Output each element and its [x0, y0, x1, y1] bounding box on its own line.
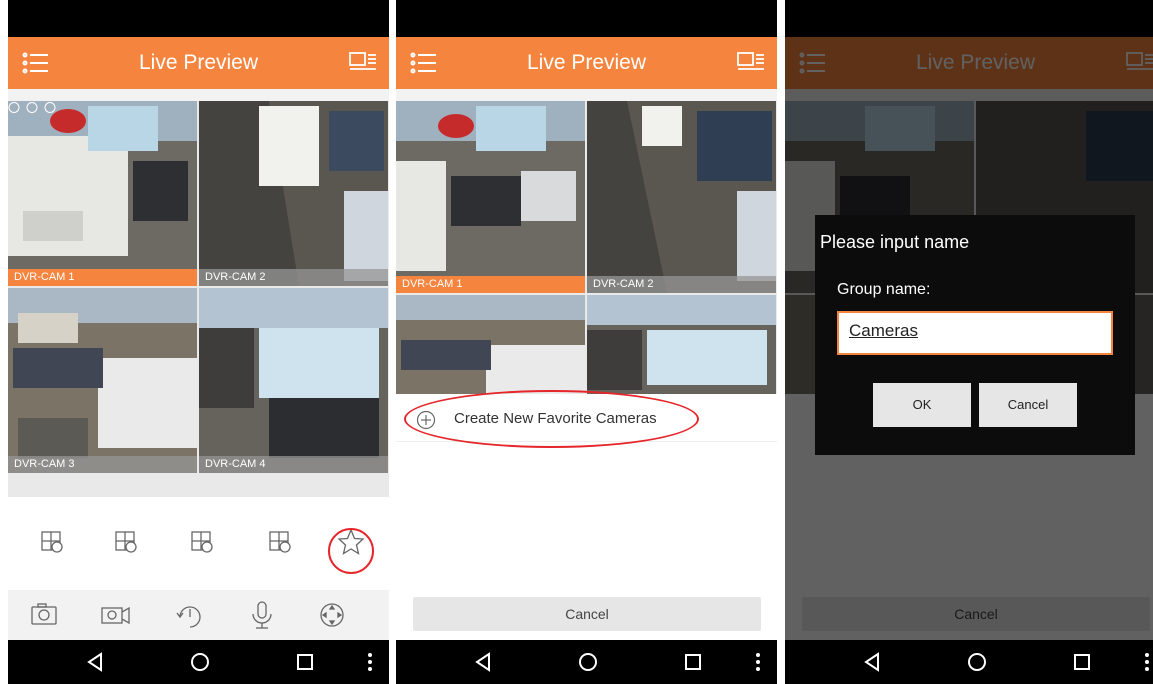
- status-bar: [8, 0, 389, 37]
- camera-feed-image: [396, 101, 585, 293]
- back-icon[interactable]: [471, 650, 495, 674]
- action-toolbar: [8, 590, 389, 640]
- more-options-icon[interactable]: [1135, 650, 1153, 674]
- back-icon[interactable]: [83, 650, 107, 674]
- home-icon[interactable]: [965, 650, 989, 674]
- camera-tile[interactable]: DVR-CAM 2: [199, 101, 388, 286]
- camera-tile[interactable]: DVR-CAM 2: [587, 101, 776, 293]
- recents-icon[interactable]: [293, 650, 317, 674]
- camera-tile[interactable]: DVR-CAM 1: [8, 101, 197, 286]
- recents-icon[interactable]: [1070, 650, 1094, 674]
- split-16-icon[interactable]: [180, 520, 224, 564]
- cancel-button[interactable]: Cancel: [413, 597, 761, 631]
- camera-tile[interactable]: [396, 295, 585, 394]
- camera-snapshot-icon[interactable]: [22, 593, 66, 637]
- status-bar: [785, 0, 1153, 37]
- home-icon[interactable]: [576, 650, 600, 674]
- camera-grid: DVR-CAM 1 DVR-CAM 2 DVR-CAM 3 DVR-CAM 4: [8, 101, 389, 497]
- camera-controls-icon[interactable]: [8, 101, 56, 114]
- video-record-icon[interactable]: [94, 593, 138, 637]
- camera-feed-image: [199, 288, 388, 473]
- camera-feed-image: [199, 101, 388, 286]
- camera-feed-image: [8, 288, 197, 473]
- playback-icon[interactable]: [168, 593, 212, 637]
- status-bar: [396, 0, 777, 37]
- camera-grid: DVR-CAM 1 DVR-CAM 2: [396, 101, 777, 394]
- screen-favorites: Live Preview DVR-CAM 1 DVR-CAM 2 Create …: [396, 0, 777, 684]
- highlight-circle: [328, 528, 374, 574]
- multi-screen-icon[interactable]: [737, 51, 765, 73]
- app-title: Live Preview: [138, 51, 259, 74]
- split-4-icon[interactable]: [30, 520, 74, 564]
- camera-feed-image: [587, 295, 776, 394]
- camera-feed-image: [587, 101, 776, 293]
- app-bar: Live Preview: [8, 37, 389, 89]
- camera-label: DVR-CAM 4: [199, 456, 388, 473]
- camera-label: DVR-CAM 2: [199, 269, 388, 286]
- highlight-ellipse: [404, 390, 699, 448]
- more-options-icon[interactable]: [746, 650, 770, 674]
- group-name-input[interactable]: Cameras: [837, 311, 1113, 355]
- screen-live-preview: Live Preview DVR-CAM 1 DVR-CAM 2 DVR-CAM…: [8, 0, 389, 684]
- split-clear-icon[interactable]: [258, 520, 302, 564]
- dialog-cancel-button[interactable]: Cancel: [979, 383, 1077, 427]
- app-title: Live Preview: [526, 51, 647, 74]
- camera-tile[interactable]: [587, 295, 776, 394]
- android-nav-bar: [785, 640, 1153, 684]
- recents-icon[interactable]: [681, 650, 705, 674]
- camera-label: DVR-CAM 2: [587, 276, 776, 293]
- camera-feed-image: [8, 101, 197, 286]
- more-options-icon[interactable]: [358, 650, 382, 674]
- camera-label: DVR-CAM 3: [8, 456, 197, 473]
- ok-button[interactable]: OK: [873, 383, 971, 427]
- camera-label: DVR-CAM 1: [396, 276, 585, 293]
- split-9-icon[interactable]: [104, 520, 148, 564]
- camera-tile[interactable]: DVR-CAM 1: [396, 101, 585, 293]
- multi-screen-icon[interactable]: [349, 51, 377, 73]
- screen-name-dialog: Live Preview Cancel Please input name: [785, 0, 1153, 684]
- camera-label: DVR-CAM 1: [8, 269, 197, 286]
- group-name-label: Group name:: [837, 281, 931, 298]
- app-bar: Live Preview: [396, 37, 777, 89]
- camera-feed-image: [396, 295, 585, 394]
- dialog-title: Please input name: [820, 232, 970, 252]
- microphone-icon[interactable]: [240, 593, 284, 637]
- ptz-icon[interactable]: [310, 593, 354, 637]
- home-icon[interactable]: [188, 650, 212, 674]
- back-icon[interactable]: [860, 650, 884, 674]
- android-nav-bar: [396, 640, 777, 684]
- camera-tile[interactable]: DVR-CAM 3: [8, 288, 197, 473]
- camera-tile[interactable]: DVR-CAM 4: [199, 288, 388, 473]
- android-nav-bar: [8, 640, 389, 684]
- split-toolbar: [8, 520, 389, 580]
- input-name-dialog: Please input name Group name: Cameras OK…: [815, 215, 1135, 455]
